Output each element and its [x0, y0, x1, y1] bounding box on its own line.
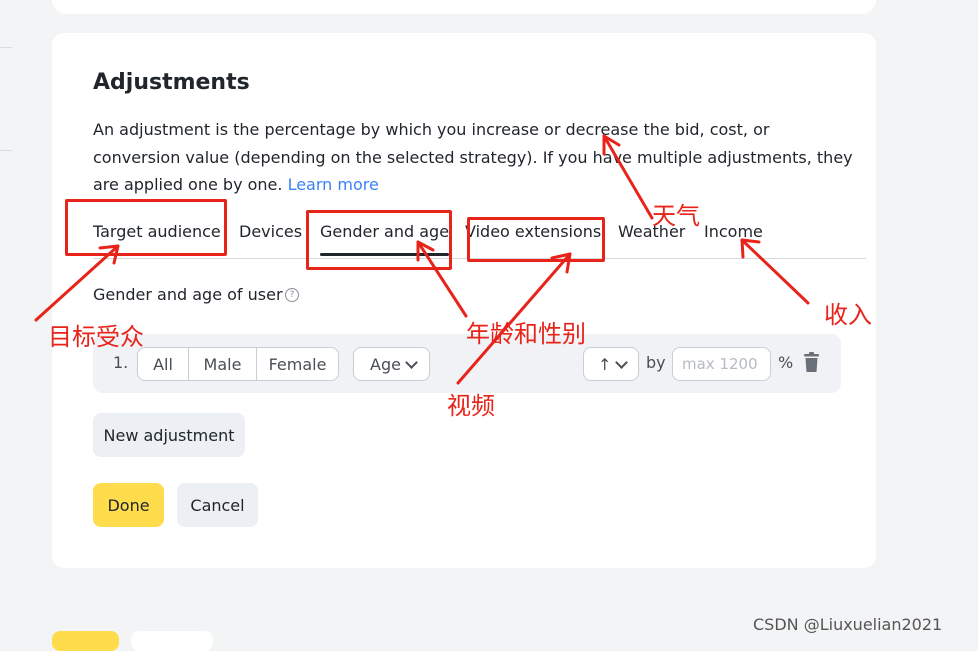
tab-gender-and-age[interactable]: Gender and age	[320, 222, 450, 256]
tab-video-extensions[interactable]: Video extensions	[465, 222, 601, 241]
tab-income[interactable]: Income	[704, 222, 763, 241]
annotation-income: 收入	[824, 301, 872, 329]
annotation-gender-age: 年龄和性别	[466, 320, 586, 348]
annotation-video: 视频	[447, 392, 495, 420]
watermark: CSDN @Liuxuelian2021	[753, 615, 943, 634]
gender-age-label: Gender and age of user	[93, 285, 283, 304]
section-description: An adjustment is the percentage by which…	[93, 116, 853, 199]
row-number: 1.	[113, 353, 129, 372]
bottom-primary-button[interactable]	[52, 631, 119, 651]
adjustment-value-input[interactable]	[672, 347, 771, 381]
annotation-target-audience: 目标受众	[48, 323, 144, 351]
gender-female-button[interactable]: Female	[256, 348, 338, 380]
question-circle-icon[interactable]: ?	[285, 288, 299, 302]
tab-devices[interactable]: Devices	[239, 222, 302, 241]
new-adjustment-button[interactable]: New adjustment	[93, 413, 245, 457]
left-divider	[0, 150, 12, 151]
percent-label: %	[778, 353, 794, 372]
previous-card	[52, 0, 876, 14]
chevron-down-icon	[615, 355, 629, 369]
left-divider	[0, 47, 12, 48]
gender-male-button[interactable]: Male	[188, 348, 256, 380]
trash-icon[interactable]	[803, 352, 820, 377]
direction-arrow-up-icon: ↑	[598, 354, 612, 374]
gender-segmented-control: All Male Female	[137, 347, 339, 381]
direction-select[interactable]: ↑	[583, 347, 639, 381]
section-title: Adjustments	[93, 70, 250, 95]
description-text: An adjustment is the percentage by which…	[93, 120, 853, 194]
gender-all-button[interactable]: All	[138, 348, 188, 380]
annotation-weather: 天气	[652, 202, 700, 230]
tab-target-audience[interactable]: Target audience	[93, 222, 221, 241]
bottom-secondary-button[interactable]	[131, 631, 213, 651]
cancel-button[interactable]: Cancel	[177, 483, 258, 527]
adjustment-tabs: Target audience Devices Gender and age V…	[93, 222, 866, 259]
by-label: by	[646, 353, 666, 372]
age-select[interactable]: Age	[353, 347, 430, 381]
chevron-down-icon	[405, 355, 418, 369]
learn-more-link[interactable]: Learn more	[288, 175, 379, 194]
age-select-value: Age	[370, 354, 401, 374]
done-button[interactable]: Done	[93, 483, 164, 527]
